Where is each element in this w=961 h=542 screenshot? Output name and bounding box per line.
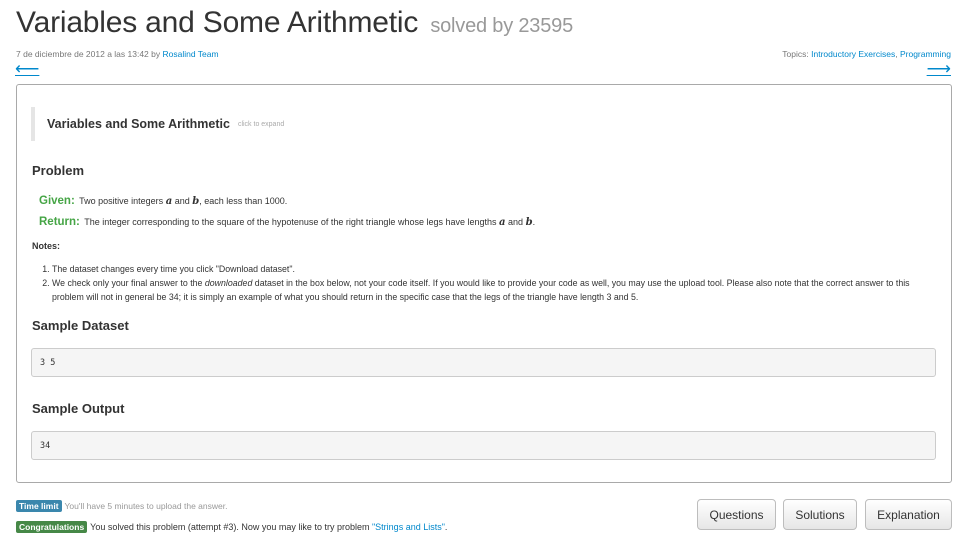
time-limit-line: Time limit You'll have 5 minutes to uploa… — [16, 500, 227, 512]
notes-list: The dataset changes every time you click… — [40, 262, 940, 304]
given-text-post: , each less than 1000. — [199, 196, 288, 206]
given-and: and — [174, 196, 190, 206]
sample-dataset-box: 3 5 — [31, 348, 936, 377]
topics: Topics: Introductory Exercises, Programm… — [782, 49, 951, 59]
congratulations-text: You solved this problem (attempt #3). No… — [90, 522, 370, 532]
congratulations-line: Congratulations You solved this problem (… — [16, 521, 447, 533]
problem-title: Variables and Some Arithmetic — [16, 6, 419, 39]
sample-output-box: 34 — [31, 431, 936, 460]
next-problem-link[interactable]: "Strings and Lists" — [372, 522, 445, 532]
prev-problem-arrow-icon[interactable]: ⟵ — [15, 60, 39, 77]
notes-label: Notes: — [32, 241, 61, 251]
note-emphasis: downloaded — [204, 278, 253, 288]
problem-meta: 7 de diciembre de 2012 a las 13:42 by Ro… — [16, 49, 219, 59]
topic-link-programming[interactable]: Programming — [900, 49, 951, 59]
return-text-post: . — [532, 217, 536, 227]
congratulations-end: . — [444, 522, 448, 532]
sample-dataset-heading: Sample Dataset — [32, 318, 129, 333]
problem-expand-toggle[interactable]: Variables and Some Arithmetic click to e… — [31, 107, 431, 141]
var-a: a — [165, 196, 173, 207]
next-problem-arrow-icon[interactable]: ⟶ — [927, 60, 951, 77]
explanation-button[interactable]: Explanation — [865, 499, 952, 530]
return-line: Return: The integer corresponding to the… — [39, 216, 535, 228]
problem-heading: Problem — [32, 163, 85, 178]
congratulations-badge: Congratulations — [16, 521, 88, 533]
problem-panel: Variables and Some Arithmetic click to e… — [16, 84, 952, 483]
topics-label: Topics: — [782, 49, 809, 59]
given-text-pre: Two positive integers — [79, 196, 164, 206]
expand-hint: click to expand — [237, 120, 285, 128]
note-item: The dataset changes every time you click… — [52, 262, 940, 276]
return-and: and — [508, 217, 524, 227]
given-line: Given: Two positive integers a and b, ea… — [39, 195, 287, 207]
note-text: We check only your final answer to the — [52, 278, 203, 288]
expand-title: Variables and Some Arithmetic — [47, 117, 230, 131]
questions-button[interactable]: Questions — [697, 499, 776, 530]
solutions-button[interactable]: Solutions — [783, 499, 857, 530]
var-a: a — [499, 217, 506, 228]
meta-date: 7 de diciembre de 2012 a las 13:42 by — [16, 49, 161, 59]
solved-count: solved by 23595 — [430, 15, 573, 37]
time-limit-badge: Time limit — [16, 500, 62, 512]
note-item: We check only your final answer to the d… — [52, 276, 940, 304]
author-link[interactable]: Rosalind Team — [163, 49, 219, 59]
return-label: Return: — [39, 216, 80, 228]
return-text-pre: The integer corresponding to the square … — [84, 217, 497, 227]
page-title: Variables and Some Arithmetic solved by … — [16, 6, 573, 40]
var-b: b — [525, 217, 533, 228]
sample-output-heading: Sample Output — [32, 401, 125, 416]
topic-link-introductory-exercises[interactable]: Introductory Exercises — [811, 49, 895, 59]
given-label: Given: — [39, 195, 75, 207]
time-limit-text: You'll have 5 minutes to upload the answ… — [64, 501, 228, 511]
